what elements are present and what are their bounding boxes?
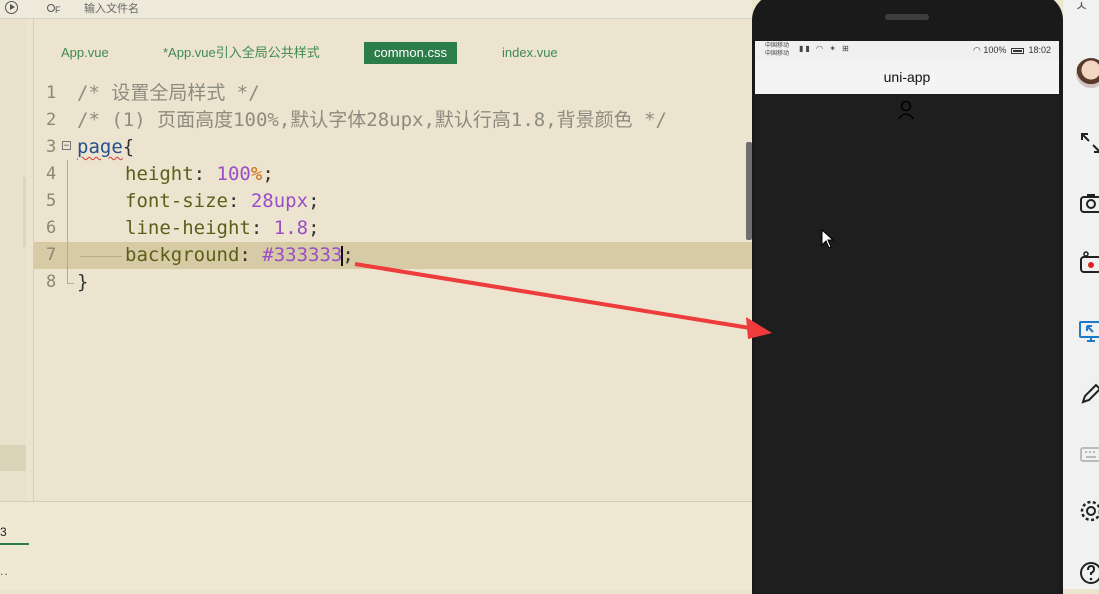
css-selector: page bbox=[77, 136, 123, 158]
camera-icon[interactable] bbox=[1079, 191, 1099, 215]
clock: 18:02 bbox=[1028, 45, 1051, 55]
phone-screen[interactable]: 中国移动 中国移动 ▮▮ ◠ ✶ ⊞ ◠ 100% 18:02 uni-app bbox=[755, 41, 1059, 594]
person-icon bbox=[897, 100, 915, 120]
fold-guide bbox=[67, 160, 68, 284]
code-line: 8 } bbox=[34, 269, 752, 296]
css-unit: % bbox=[250, 163, 263, 185]
expand-icon[interactable] bbox=[1079, 131, 1099, 155]
css-value: 28upx bbox=[250, 190, 309, 212]
line-number: 6 bbox=[46, 218, 57, 238]
tab-app-vue[interactable]: App.vue bbox=[61, 42, 109, 64]
sidebar-selected-item[interactable] bbox=[0, 445, 26, 471]
code-line: 2 /* (1) 页面高度100%,默认字体28upx,默认行高1.8,背景颜色… bbox=[34, 107, 752, 134]
battery-percent: 100% bbox=[983, 45, 1007, 55]
tab-index-vue[interactable]: index.vue bbox=[502, 42, 558, 64]
css-property: height bbox=[125, 163, 194, 185]
tab-app-vue-modified[interactable]: *App.vue引入全局公共样式 bbox=[163, 42, 320, 64]
code-line-current: 7 background: #333333; bbox=[34, 242, 752, 269]
top-toolbar: F bbox=[0, 0, 752, 19]
tab-common-css[interactable]: common.css bbox=[364, 42, 457, 64]
code-editor[interactable]: 1 /* 设置全局样式 */ 2 /* (1) 页面高度100%,默认字体28u… bbox=[34, 80, 752, 296]
colon: : bbox=[250, 217, 263, 239]
line-number: 2 bbox=[46, 110, 57, 130]
line-number: 4 bbox=[46, 164, 57, 184]
avatar[interactable] bbox=[1076, 58, 1099, 88]
code-comment: /* (1) 页面高度100%,默认字体28upx,默认行高1.8,背景颜色 *… bbox=[77, 109, 667, 131]
settings-icon[interactable] bbox=[1079, 499, 1099, 523]
phone-speaker bbox=[885, 14, 929, 20]
fold-guide-end bbox=[67, 283, 74, 284]
colon: : bbox=[239, 244, 251, 266]
line-number: 7 bbox=[46, 245, 57, 265]
carrier-label: 中国移动 中国移动 bbox=[765, 43, 790, 57]
brace: { bbox=[122, 136, 135, 158]
code-line: 5 font-size: 28upx; bbox=[34, 188, 752, 215]
line-number: 5 bbox=[46, 191, 57, 211]
record-icon[interactable] bbox=[1079, 251, 1099, 275]
screen-cast-icon[interactable] bbox=[1079, 319, 1099, 343]
fold-toggle-icon[interactable]: − bbox=[62, 141, 71, 151]
line-number: 3 bbox=[46, 137, 57, 157]
css-property: font-size bbox=[125, 190, 228, 212]
pen-icon[interactable] bbox=[1079, 382, 1099, 406]
top-cut-text: ㅅ bbox=[1075, 0, 1088, 14]
left-sidebar bbox=[0, 19, 26, 501]
semicolon: ; bbox=[308, 190, 320, 212]
wifi-icon: ◠ bbox=[973, 45, 981, 55]
indent-guide bbox=[80, 256, 122, 257]
css-value: 100 bbox=[216, 163, 251, 185]
nav-title: uni-app bbox=[755, 60, 1059, 94]
right-toolbar: ㅅ bbox=[1063, 0, 1099, 589]
page-content[interactable] bbox=[755, 94, 1059, 594]
colon: : bbox=[193, 163, 206, 185]
search-icon[interactable]: F bbox=[47, 0, 61, 15]
colon: : bbox=[227, 190, 240, 212]
semicolon: ; bbox=[342, 244, 354, 266]
phone-status-bar: 中国移动 中国移动 ▮▮ ◠ ✶ ⊞ ◠ 100% 18:02 bbox=[755, 41, 1059, 60]
console-tab[interactable]: 3 bbox=[0, 525, 29, 545]
semicolon: ; bbox=[308, 217, 320, 239]
code-comment: /* 设置全局样式 */ bbox=[77, 82, 260, 104]
phone-simulator: 中国移动 中国移动 ▮▮ ◠ ✶ ⊞ ◠ 100% 18:02 uni-app bbox=[752, 0, 1063, 594]
keyboard-icon[interactable] bbox=[1079, 442, 1099, 466]
status-right: ◠ 100% 18:02 bbox=[973, 45, 1051, 56]
line-number: 1 bbox=[46, 83, 57, 103]
console-panel: 3 .. bbox=[0, 501, 752, 590]
code-line: 6 line-height: 1.8; bbox=[34, 215, 752, 242]
sidebar-marker bbox=[23, 177, 26, 247]
css-value: 1.8 bbox=[273, 217, 309, 239]
brace: } bbox=[77, 271, 89, 293]
signal-icon: ▮▮ ◠ ✶ ⊞ bbox=[799, 44, 851, 53]
help-icon[interactable] bbox=[1079, 561, 1099, 585]
mouse-cursor-icon bbox=[821, 229, 835, 249]
css-value: #333333 bbox=[262, 244, 343, 266]
run-icon[interactable] bbox=[5, 1, 18, 14]
battery-icon bbox=[1010, 47, 1024, 54]
css-property: line-height bbox=[125, 217, 251, 239]
code-line: 4 height: 100%; bbox=[34, 161, 752, 188]
console-output: .. bbox=[0, 564, 9, 578]
file-search-input[interactable] bbox=[82, 0, 246, 18]
code-line: 3 − page{ bbox=[34, 134, 752, 161]
code-line: 1 /* 设置全局样式 */ bbox=[34, 80, 752, 107]
semicolon: ; bbox=[262, 163, 274, 185]
line-number: 8 bbox=[46, 272, 57, 292]
css-property: background bbox=[125, 244, 240, 266]
